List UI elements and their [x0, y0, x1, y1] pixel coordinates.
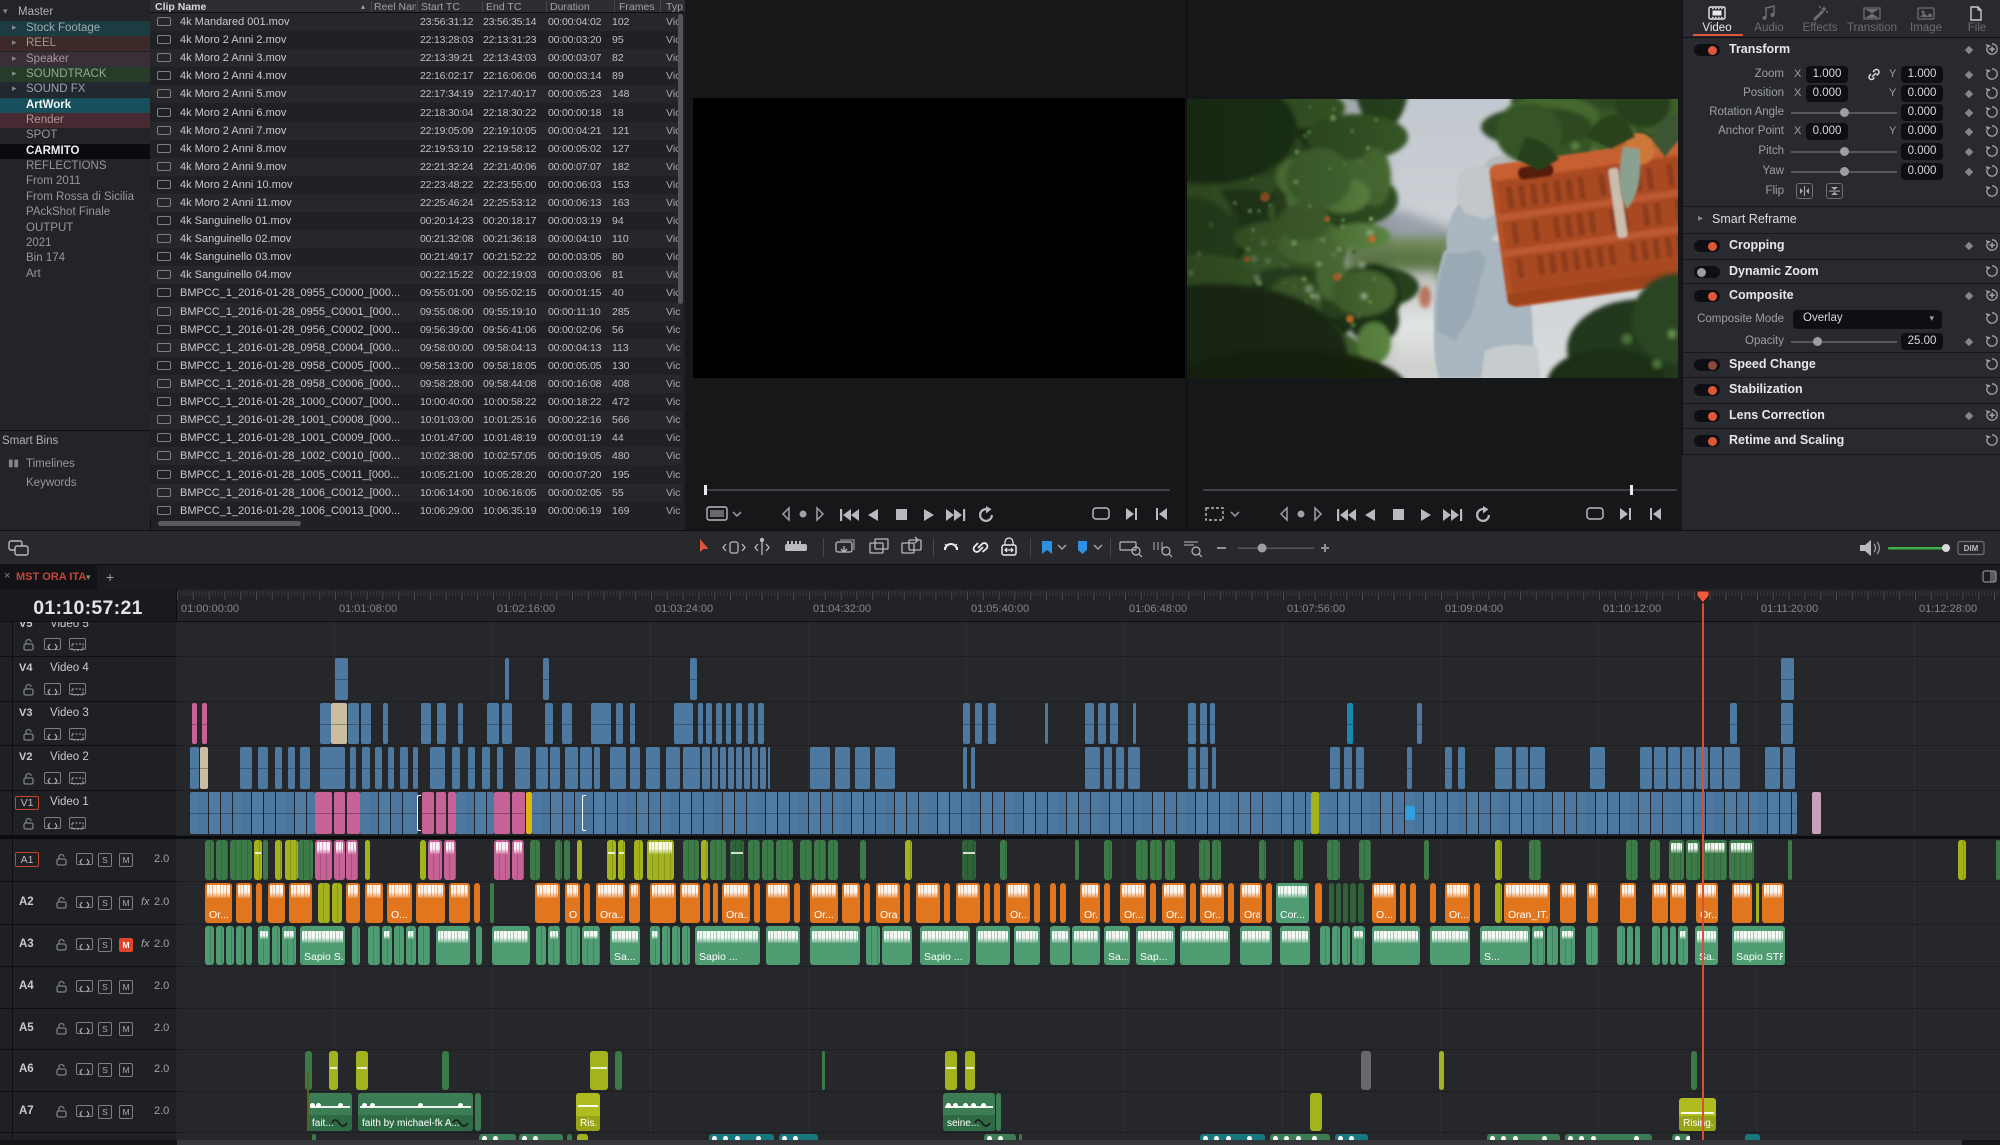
svg-text:DIM: DIM	[1964, 544, 1979, 553]
